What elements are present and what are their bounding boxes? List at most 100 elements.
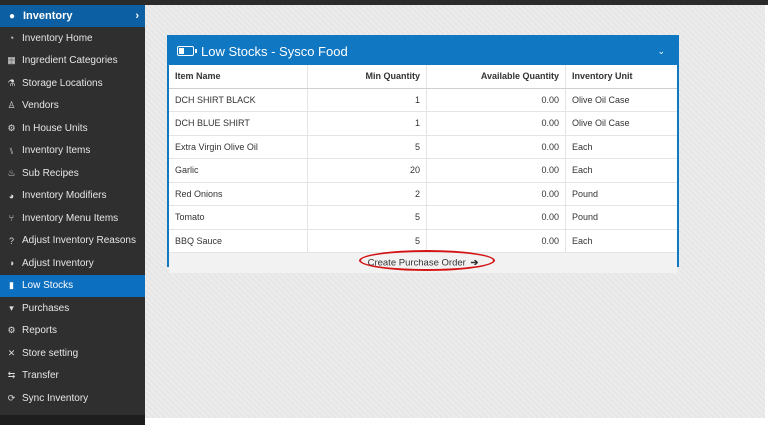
flask-icon: ⚗	[7, 77, 16, 88]
wrench-icon: ✕	[7, 347, 16, 358]
sidebar-item-sub-recipes[interactable]: ♨ Sub Recipes	[0, 162, 145, 185]
sidebar-item-label: Store setting	[22, 347, 79, 359]
user-icon: ♙	[7, 100, 16, 111]
cell-inventory-unit: Pound	[565, 205, 677, 230]
sidebar-item-sync-inventory[interactable]: ⟳ Sync Inventory	[0, 387, 145, 410]
sidebar-footer	[0, 415, 145, 425]
sidebar-item-transfer[interactable]: ⇆ Transfer	[0, 365, 145, 388]
sidebar-item-label: Transfer	[22, 370, 59, 382]
table-header-row: Item Name Min Quantity Available Quantit…	[169, 65, 677, 89]
battery-icon	[177, 46, 197, 56]
cell-item-name: Red Onions	[169, 182, 308, 206]
cell-item-name: Extra Virgin Olive Oil	[169, 135, 308, 159]
sidebar-item-label: Inventory Menu Items	[22, 212, 119, 224]
table-row: Extra Virgin Olive Oil 5 0.00 Each	[169, 135, 677, 159]
sidebar-item-label: In House Units	[22, 122, 88, 134]
cell-min-quantity: 5	[307, 229, 427, 253]
sidebar-item-label: Inventory Items	[22, 145, 91, 157]
sidebar-item-label: Sync Inventory	[22, 392, 89, 404]
chevron-right-icon[interactable]: ›	[135, 10, 139, 22]
create-purchase-order-label: Create Purchase Order	[367, 257, 466, 269]
sidebar-item-label: Purchases	[22, 302, 70, 314]
cell-item-name: DCH SHIRT BLACK	[169, 88, 308, 112]
panel-title: Low Stocks - Sysco Food	[201, 43, 348, 59]
cell-available-quantity: 0.00	[426, 205, 566, 230]
sidebar-item-label: Low Stocks	[22, 280, 74, 292]
sidebar-item-ingredient-categories[interactable]: ▦ Ingredient Categories	[0, 50, 145, 73]
sidebar-item-adjust-inventory-reasons[interactable]: ? Adjust Inventory Reasons	[0, 230, 145, 253]
cell-available-quantity: 0.00	[426, 111, 566, 136]
cell-inventory-unit: Olive Oil Case	[565, 111, 677, 136]
table-row: Red Onions 2 0.00 Pound	[169, 182, 677, 206]
sidebar-item-label: Reports	[22, 325, 58, 337]
cell-item-name: DCH BLUE SHIRT	[169, 111, 308, 136]
cell-available-quantity: 0.00	[426, 158, 566, 183]
sidebar-item-label: Storage Locations	[22, 77, 103, 89]
cell-inventory-unit: Each	[565, 158, 677, 183]
sidebar-item-label: Adjust Inventory Reasons	[22, 235, 136, 247]
cogs-icon: ⚙	[7, 122, 16, 133]
sidebar-item-label: Adjust Inventory	[22, 257, 94, 269]
sync-icon: ⟳	[7, 392, 16, 403]
cell-available-quantity: 0.00	[426, 135, 566, 159]
cell-min-quantity: 5	[307, 205, 427, 230]
table-row: Garlic 20 0.00 Each	[169, 158, 677, 183]
sidebar-item-inventory-items[interactable]: ⑊ Inventory Items	[0, 140, 145, 163]
sidebar-item-inventory-modifiers[interactable]: ◕ Inventory Modifiers	[0, 185, 145, 208]
arrow-right-icon: ➔	[470, 257, 479, 269]
sidebar-item-low-stocks[interactable]: ▮ Low Stocks	[0, 274, 145, 297]
sidebar-item-storage-locations[interactable]: ⚗ Storage Locations	[0, 72, 145, 95]
kitchen-icon: ♨	[7, 167, 16, 178]
question-icon: ?	[8, 235, 14, 246]
sidebar-item-label: Vendors	[22, 100, 59, 112]
sidebar-item-inventory-menu-items[interactable]: ⑂ Inventory Menu Items	[0, 207, 145, 230]
sidebar-item-store-setting[interactable]: ✕ Store setting	[0, 342, 145, 365]
panel-footer: Create Purchase Order ➔	[169, 250, 677, 273]
cell-item-name: BBQ Sauce	[169, 229, 308, 253]
table-row: DCH SHIRT BLACK 1 0.00 Olive Oil Case	[169, 88, 677, 112]
sidebar-header[interactable]: ● Inventory ›	[0, 5, 145, 27]
cell-inventory-unit: Olive Oil Case	[565, 88, 677, 112]
cogs-icon: ⚙	[7, 325, 16, 336]
battery-icon: ▮	[9, 280, 14, 291]
table-row: DCH BLUE SHIRT 1 0.00 Olive Oil Case	[169, 111, 677, 136]
sidebar-item-label: Inventory Home	[22, 32, 93, 44]
panel-header: Low Stocks - Sysco Food ⌄	[169, 37, 677, 65]
inventory-icon: ●	[8, 10, 16, 22]
cell-available-quantity: 0.00	[426, 229, 566, 253]
cell-min-quantity: 1	[307, 88, 427, 112]
main-content: Low Stocks - Sysco Food ⌄ Item Name Min …	[145, 5, 765, 418]
sidebar-item-inventory-home[interactable]: ◔ Inventory Home	[0, 27, 145, 50]
sidebar-item-in-house-units[interactable]: ⚙ In House Units	[0, 117, 145, 140]
pie-chart-icon: ◕	[8, 190, 15, 201]
sidebar-item-vendors[interactable]: ♙ Vendors	[0, 95, 145, 118]
cell-available-quantity: 0.00	[426, 88, 566, 112]
cell-inventory-unit: Each	[565, 135, 677, 159]
sidebar-item-label: Ingredient Categories	[22, 55, 118, 67]
column-header-inventory-unit: Inventory Unit	[565, 65, 677, 89]
fork-knife-icon: ⑂	[8, 213, 15, 224]
cell-item-name: Tomato	[169, 205, 308, 230]
column-header-available-quantity: Available Quantity	[426, 65, 566, 89]
cell-inventory-unit: Each	[565, 229, 677, 253]
chevron-down-icon[interactable]: ⌄	[657, 46, 665, 57]
sidebar-item-adjust-inventory[interactable]: ◑ Adjust Inventory	[0, 252, 145, 275]
cell-min-quantity: 20	[307, 158, 427, 183]
column-header-min-quantity: Min Quantity	[307, 65, 427, 89]
sidebar-item-label: Inventory Modifiers	[22, 190, 107, 202]
sidebar-item-label: Sub Recipes	[22, 167, 79, 179]
create-purchase-order-button[interactable]: Create Purchase Order ➔	[358, 255, 489, 272]
dashboard-icon: ◔	[8, 33, 15, 44]
exchange-icon: ⇆	[7, 370, 16, 381]
sidebar-title: Inventory	[23, 10, 73, 22]
sidebar-item-reports[interactable]: ⚙ Reports	[0, 320, 145, 343]
cell-min-quantity: 1	[307, 111, 427, 136]
table-row: BBQ Sauce 5 0.00 Each	[169, 229, 677, 253]
sidebar-item-purchases[interactable]: ▾ Purchases	[0, 297, 145, 320]
cell-inventory-unit: Pound	[565, 182, 677, 206]
cell-item-name: Garlic	[169, 158, 308, 183]
cell-available-quantity: 0.00	[426, 182, 566, 206]
cutlery-icon: ⑊	[8, 145, 15, 156]
cell-min-quantity: 5	[307, 135, 427, 159]
sidebar: ● Inventory › ◔ Inventory Home ▦ Ingredient…	[0, 5, 145, 420]
